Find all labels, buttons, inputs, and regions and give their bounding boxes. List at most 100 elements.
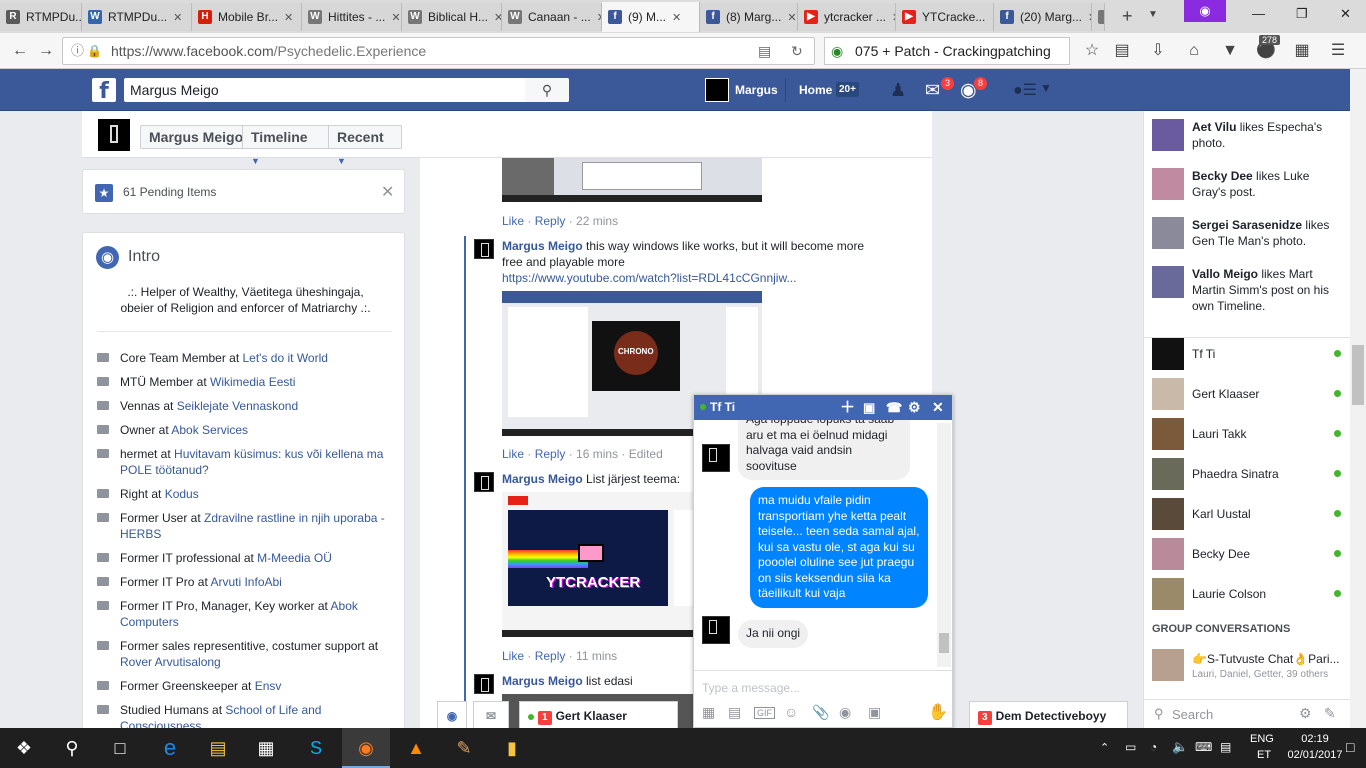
chat-options-globe-icon[interactable]: ◉ xyxy=(437,701,467,731)
camera-icon[interactable]: ▣ xyxy=(868,704,881,721)
compose-icon[interactable]: ✎ xyxy=(1324,705,1336,722)
contact-item[interactable]: Becky Dee xyxy=(1152,538,1347,570)
browser-tab[interactable]: f (8) Marg... ✕ xyxy=(700,3,798,31)
profile-name-link[interactable]: Margus xyxy=(735,83,778,97)
reader-view-icon[interactable]: ▤ xyxy=(758,38,771,64)
scrollbar-thumb[interactable] xyxy=(1352,345,1364,405)
chat-header[interactable]: Tf Ti ＋ ▣ ☎ ⚙ ✕ xyxy=(694,395,952,420)
ticker-item[interactable]: Sergei Sarasenidze likes Gen Tle Man's p… xyxy=(1152,217,1347,249)
tab-close-icon[interactable]: ✕ xyxy=(494,11,501,24)
game-icon[interactable]: ◉ xyxy=(839,704,851,721)
contact-item[interactable]: Lauri Takk xyxy=(1152,418,1347,450)
close-window-icon[interactable]: ✕ xyxy=(1340,6,1351,22)
new-tab-button[interactable]: + xyxy=(1122,6,1133,27)
comment-image-thumbnail[interactable] xyxy=(502,158,762,202)
browser-tab[interactable]: W Hittites - ... ✕ xyxy=(302,3,402,31)
intro-item-link[interactable]: Rover Arvutisalong xyxy=(120,655,221,669)
tab-close-icon[interactable]: ✕ xyxy=(284,11,293,24)
chat-scrollbar[interactable] xyxy=(937,423,951,667)
minimize-icon[interactable]: — xyxy=(1252,6,1265,21)
photo-icon[interactable]: ▦ xyxy=(702,704,715,721)
home-link[interactable]: Home xyxy=(799,83,832,97)
search-icon[interactable]: ⚲ xyxy=(48,728,96,768)
attachment-icon[interactable]: 📎 xyxy=(812,704,829,721)
page-scrollbar[interactable] xyxy=(1350,69,1366,729)
intro-item-link[interactable]: Arvuti InfoAbi xyxy=(210,575,281,589)
commenter-name[interactable]: Margus Meigo xyxy=(502,239,583,253)
home-icon[interactable]: ⌂ xyxy=(1182,39,1206,63)
like-link[interactable]: Like xyxy=(502,649,524,663)
tab-close-icon[interactable]: ✕ xyxy=(391,11,400,24)
account-dropdown-icon[interactable]: ▼ xyxy=(1040,81,1052,95)
battery-icon[interactable]: ▭ xyxy=(1125,740,1136,754)
chat-tab-gert[interactable]: 1 Gert Klaaser xyxy=(519,701,678,731)
intro-item-link[interactable]: Abok Services xyxy=(171,423,248,437)
pending-items-card[interactable]: ★ 61 Pending Items ✕ xyxy=(82,169,405,214)
start-windows-icon[interactable]: ❖ xyxy=(0,728,48,768)
contact-item[interactable]: Tf Ti xyxy=(1152,338,1347,370)
video-call-icon[interactable]: ▣ xyxy=(863,395,875,420)
browser-tab[interactable]: W Biblical H... ✕ xyxy=(402,3,502,31)
commenter-avatar[interactable] xyxy=(474,674,494,694)
reload-icon[interactable]: ↻ xyxy=(791,38,803,64)
browser-tab[interactable]: f(20) Marg...✕ xyxy=(994,3,1092,31)
youtube-link[interactable]: https://www.youtube.com/watch?list=RDL41… xyxy=(502,271,796,285)
restore-icon[interactable]: ❐ xyxy=(1296,6,1308,22)
ticker-item[interactable]: Vallo Meigo likes Mart Martin Simm's pos… xyxy=(1152,266,1347,314)
notes-icon[interactable]: ▮ xyxy=(488,728,536,768)
tray-chevron-up-icon[interactable]: ⌃ xyxy=(1100,741,1109,754)
chat-scrollbar-thumb[interactable] xyxy=(939,633,949,653)
sticker-icon[interactable]: ▤ xyxy=(728,704,741,721)
like-link[interactable]: Like xyxy=(502,214,524,228)
wifi-icon[interactable]: ◔ xyxy=(1150,740,1157,754)
search-icon[interactable]: ⚲ xyxy=(525,78,569,102)
url-bar[interactable]: ⓘ 🔒 https://www.facebook.com/Psychedelic… xyxy=(62,37,815,65)
browser-tab[interactable]: W RTMPDu... ✕ xyxy=(82,3,192,31)
volume-icon[interactable]: 🔈 xyxy=(1172,739,1188,755)
facebook-search-input[interactable]: Margus Meigo ⚲ xyxy=(124,78,569,102)
paint-icon[interactable]: ✎ xyxy=(440,728,488,768)
input-language[interactable]: ENG xyxy=(1250,733,1274,745)
notification-center-icon[interactable]: □ xyxy=(1346,739,1354,755)
reply-link[interactable]: Reply xyxy=(535,649,566,663)
messages-icon[interactable]: ✉ xyxy=(925,80,940,101)
intro-item-link[interactable]: Kodus xyxy=(165,487,199,501)
profile-name-button[interactable]: Margus Meigo xyxy=(140,125,253,149)
tab-list-chevron-icon[interactable]: ▼ xyxy=(1148,9,1158,20)
contact-item[interactable]: Laurie Colson xyxy=(1152,578,1347,610)
tab-close-icon[interactable]: ✕ xyxy=(787,11,796,24)
task-view-icon[interactable]: □ xyxy=(96,728,144,768)
emoji-icon[interactable]: ☺ xyxy=(784,704,798,720)
facebook-logo-icon[interactable]: f xyxy=(92,78,116,104)
chat-contact-name[interactable]: Tf Ti xyxy=(710,400,735,414)
phone-icon[interactable]: ☎ xyxy=(886,395,902,420)
ticker-item[interactable]: Aet Vilu likes Especha's photo. xyxy=(1152,119,1347,151)
clock-time[interactable]: 02:19 xyxy=(1295,733,1335,745)
store-icon[interactable]: ▦ xyxy=(242,728,290,768)
browser-tab[interactable]: H Mobile Br... ✕ xyxy=(192,3,302,31)
profile-thumbnail[interactable] xyxy=(98,119,130,151)
contact-item[interactable]: Karl Uustal xyxy=(1152,498,1347,530)
message-input[interactable]: Type a message... xyxy=(702,681,800,695)
intro-item-link[interactable]: Wikimedia Eesti xyxy=(210,375,295,389)
tab-close-icon[interactable]: ✕ xyxy=(672,11,681,24)
forward-button[interactable]: → xyxy=(34,39,58,63)
privacy-lock-icon[interactable]: ●☰ xyxy=(1013,80,1037,100)
intro-item-link[interactable]: Seiklejate Vennaskond xyxy=(177,399,298,413)
add-person-icon[interactable]: ＋ xyxy=(840,395,855,420)
gear-icon[interactable]: ⚙ xyxy=(1299,705,1312,722)
sidebar-search-bar[interactable]: ⚲ Search ⚙ ✎ xyxy=(1144,699,1350,729)
group-avatar[interactable] xyxy=(1152,649,1184,681)
intro-item-link[interactable]: Ensv xyxy=(255,679,282,693)
browser-tab[interactable]: WCanaan - ...✕ xyxy=(502,3,602,31)
vlc-icon[interactable]: ▲ xyxy=(392,728,440,768)
reply-link[interactable]: Reply xyxy=(535,214,566,228)
keyboard-icon[interactable]: ⌨ xyxy=(1195,740,1212,754)
bookmark-star-icon[interactable]: ☆ xyxy=(1080,39,1104,63)
commenter-name[interactable]: Margus Meigo xyxy=(502,472,583,486)
search-engine-icon[interactable]: ◉ xyxy=(831,38,843,64)
browser-tab[interactable]: RRTMPDu...✕ xyxy=(0,3,82,31)
reply-link[interactable]: Reply xyxy=(535,447,566,461)
browser-tab[interactable]: f (9) M... ✕ xyxy=(602,2,700,32)
firefox-icon[interactable]: ◉ xyxy=(342,728,390,768)
